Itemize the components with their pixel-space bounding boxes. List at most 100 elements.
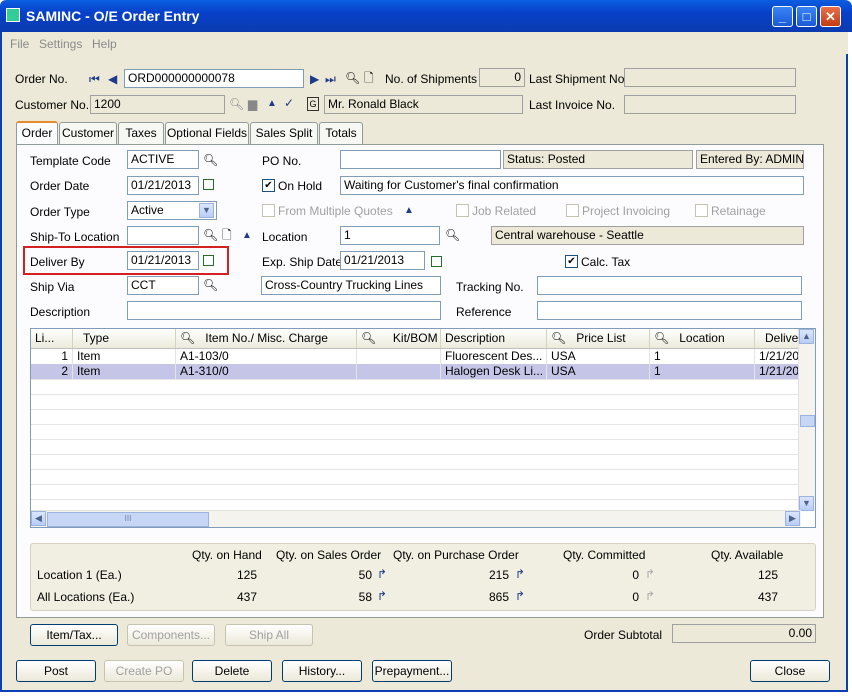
template-code-input[interactable]: ACTIVE: [127, 150, 199, 169]
customer-info-icon[interactable]: G: [307, 97, 319, 111]
job-related-checkbox[interactable]: [456, 204, 469, 217]
scroll-right-icon[interactable]: ▶: [785, 511, 800, 526]
ship-to-finder-icon[interactable]: 🔍︎: [203, 229, 218, 241]
ship-via-description-field[interactable]: Cross-Country Trucking Lines: [261, 276, 441, 295]
col-price-list-label: Price List: [576, 331, 626, 345]
table-row[interactable]: 1 Item A1-103/0 Fluorescent Des... USA 1…: [31, 349, 801, 364]
retainage-checkbox[interactable]: [695, 204, 708, 217]
purchase-drilldown-icon[interactable]: ↱: [515, 568, 525, 580]
col-item-search-icon[interactable]: 🔍︎: [180, 331, 195, 345]
tab-optional-fields[interactable]: Optional Fields: [165, 122, 249, 144]
location-finder-icon[interactable]: 🔍︎: [445, 229, 460, 241]
tracking-no-input[interactable]: [537, 276, 802, 295]
row-desc: Fluorescent Des...: [441, 349, 547, 364]
grid-vertical-scrollbar[interactable]: ▲ ▼: [798, 329, 815, 511]
reference-input[interactable]: [537, 301, 802, 320]
tab-totals[interactable]: Totals: [319, 122, 363, 144]
location-input[interactable]: 1: [340, 226, 440, 245]
po-no-input[interactable]: [340, 150, 501, 169]
qty-committed-header: Qty. Committed: [563, 548, 646, 562]
create-po-button[interactable]: Create PO: [104, 660, 184, 682]
horizontal-scroll-thumb[interactable]: III: [47, 512, 209, 527]
order-no-input[interactable]: ORD000000000078: [124, 69, 304, 88]
ship-via-finder-icon[interactable]: 🔍︎: [203, 279, 218, 291]
customer-finder-icon[interactable]: 🔍︎: [229, 98, 244, 110]
sales-drilldown-icon[interactable]: ↱: [377, 568, 387, 580]
on-hold-checkbox[interactable]: ✔: [262, 179, 275, 192]
title-bar[interactable]: SAMINC - O/E Order Entry _ □ ✕: [0, 0, 852, 32]
vertical-scroll-thumb[interactable]: [800, 415, 815, 427]
ship-to-input[interactable]: [127, 226, 199, 245]
tab-customer[interactable]: Customer: [59, 122, 117, 144]
sales-drilldown-icon[interactable]: ↱: [377, 590, 387, 602]
menu-file[interactable]: File: [10, 37, 29, 51]
minimize-button[interactable]: _: [772, 6, 793, 27]
highlight-box: [23, 246, 229, 275]
qty-on-hand-header: Qty. on Hand: [192, 548, 262, 562]
new-document-icon[interactable]: 🗋: [364, 72, 374, 84]
tab-order[interactable]: Order: [16, 121, 58, 145]
from-multiple-quotes-checkbox[interactable]: [262, 204, 275, 217]
calc-tax-checkbox[interactable]: ✔: [565, 255, 578, 268]
history-button[interactable]: History...: [282, 660, 362, 682]
last-record-icon[interactable]: ⏭: [325, 73, 336, 85]
exp-ship-date-input[interactable]: 01/21/2013: [340, 251, 425, 270]
col-location[interactable]: 🔍︎ Location: [650, 329, 755, 348]
col-price-list[interactable]: 🔍︎ Price List: [547, 329, 650, 348]
col-line[interactable]: Li...: [31, 329, 73, 348]
scroll-up-icon[interactable]: ▲: [799, 329, 814, 344]
scroll-down-icon[interactable]: ▼: [799, 496, 814, 511]
item-tax-button[interactable]: Item/Tax...: [30, 624, 118, 646]
template-finder-icon[interactable]: 🔍︎: [203, 154, 218, 166]
qty-location-committed: 0: [632, 568, 639, 582]
prepayment-button[interactable]: Prepayment...: [372, 660, 452, 682]
tracking-no-label: Tracking No.: [456, 280, 524, 294]
quotes-zoom-icon[interactable]: ▲: [404, 205, 414, 217]
col-description[interactable]: Description: [441, 329, 547, 348]
committed-drilldown-icon[interactable]: ↱: [645, 590, 655, 602]
committed-drilldown-icon[interactable]: ↱: [645, 568, 655, 580]
order-date-calendar-icon[interactable]: [203, 179, 214, 190]
col-kit-search-icon[interactable]: 🔍︎: [361, 331, 376, 345]
check-credit-icon[interactable]: ✓: [284, 97, 294, 109]
ship-to-new-icon[interactable]: 🗋: [222, 229, 232, 241]
zoom-up-icon[interactable]: ▲: [267, 98, 277, 110]
tab-taxes[interactable]: Taxes: [118, 122, 164, 144]
description-input[interactable]: [127, 301, 441, 320]
first-record-icon[interactable]: ⏮: [89, 73, 100, 85]
order-detail-grid[interactable]: Li... Type 🔍︎ Item No./ Misc. Charge 🔍︎ …: [30, 328, 816, 528]
grid-horizontal-scrollbar[interactable]: ◀ III ▶: [31, 510, 801, 527]
close-button[interactable]: Close: [750, 660, 830, 682]
order-type-dropdown-icon[interactable]: ▼: [199, 203, 214, 218]
purchase-drilldown-icon[interactable]: ↱: [515, 590, 525, 602]
col-item-no[interactable]: 🔍︎ Item No./ Misc. Charge: [176, 329, 357, 348]
project-invoicing-checkbox[interactable]: [566, 204, 579, 217]
menu-settings[interactable]: Settings: [39, 37, 82, 51]
customer-record-icon[interactable]: ▆: [248, 98, 257, 110]
col-location-search-icon[interactable]: 🔍︎: [654, 331, 669, 345]
table-row[interactable]: 2 Item A1-310/0 Halogen Desk Li... USA 1…: [31, 364, 801, 379]
col-item-no-label: Item No./ Misc. Charge: [205, 331, 328, 345]
finder-icon[interactable]: 🔍︎: [345, 72, 360, 84]
ship-to-zoom-icon[interactable]: ▲: [242, 230, 252, 242]
ship-via-label: Ship Via: [30, 280, 75, 294]
scroll-left-icon[interactable]: ◀: [31, 511, 46, 526]
col-price-search-icon[interactable]: 🔍︎: [551, 331, 566, 345]
col-kit-bom[interactable]: 🔍︎ Kit/BOM: [357, 329, 441, 348]
col-type[interactable]: Type: [73, 329, 176, 348]
previous-record-icon[interactable]: ◀: [108, 73, 117, 85]
maximize-button[interactable]: □: [796, 6, 817, 27]
components-button[interactable]: Components...: [127, 624, 215, 646]
post-button[interactable]: Post: [16, 660, 96, 682]
menu-help[interactable]: Help: [92, 37, 117, 51]
delete-button[interactable]: Delete: [192, 660, 272, 682]
ship-via-input[interactable]: CCT: [127, 276, 199, 295]
col-kit-bom-label: Kit/BOM: [392, 331, 438, 345]
exp-ship-date-calendar-icon[interactable]: [431, 256, 442, 267]
next-record-icon[interactable]: ▶: [310, 73, 319, 85]
close-window-button[interactable]: ✕: [820, 6, 841, 27]
ship-all-button[interactable]: Ship All: [225, 624, 313, 646]
on-hold-reason-input[interactable]: Waiting for Customer's final confirmatio…: [340, 176, 804, 195]
order-date-input[interactable]: 01/21/2013: [127, 176, 199, 195]
tab-sales-split[interactable]: Sales Split: [250, 122, 318, 144]
